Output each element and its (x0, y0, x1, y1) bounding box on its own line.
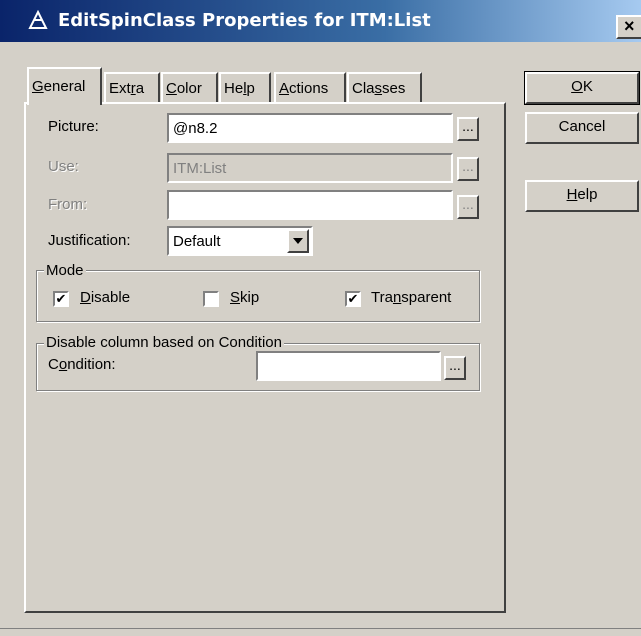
disable-label: Disable (80, 289, 131, 306)
check-icon: ✔ (55, 291, 67, 306)
window-bottom-border (0, 628, 641, 636)
condition-browse-button[interactable]: ... (444, 356, 466, 380)
check-icon: ✔ (347, 291, 359, 306)
mode-group-title: Mode (44, 262, 86, 279)
justification-label: Justification: (48, 232, 131, 249)
chevron-down-icon (293, 238, 303, 244)
app-icon (28, 10, 48, 29)
ok-button[interactable]: OK (524, 71, 640, 105)
condition-label: Condition: (48, 356, 116, 373)
picture-input[interactable]: @n8.2 (167, 113, 453, 143)
tab-classes[interactable]: Classes (347, 72, 422, 102)
picture-browse-button[interactable]: ... (457, 117, 479, 141)
use-browse-button[interactable]: ... (457, 157, 479, 181)
close-icon: × (624, 16, 635, 36)
transparent-label: Transparent (371, 289, 452, 306)
window-title: EditSpinClass Properties for ITM:List (58, 10, 431, 31)
use-input[interactable]: ITM:List (167, 153, 453, 183)
tab-extra[interactable]: Extra (104, 72, 160, 102)
title-bar[interactable]: EditSpinClass Properties for ITM:List × (0, 0, 641, 42)
skip-checkbox[interactable] (203, 291, 219, 307)
from-input[interactable] (167, 190, 453, 220)
tab-actions[interactable]: Actions (274, 72, 346, 102)
tab-help[interactable]: Help (219, 72, 271, 102)
tab-general[interactable]: General (27, 67, 102, 105)
help-button[interactable]: Help (525, 180, 639, 212)
skip-label: Skip (230, 289, 260, 306)
condition-input[interactable] (256, 351, 441, 381)
use-label: Use: (48, 158, 79, 175)
tab-general-label: eneral (43, 78, 86, 95)
justification-value: Default (173, 233, 221, 250)
picture-label: Picture: (48, 118, 99, 135)
condition-group-title: Disable column based on Condition (44, 334, 284, 351)
transparent-checkbox[interactable]: ✔ (345, 291, 361, 307)
close-button[interactable]: × (616, 15, 641, 39)
tab-color[interactable]: Color (161, 72, 218, 102)
justification-dropdown-button[interactable] (287, 229, 309, 253)
from-label: From: (48, 196, 88, 213)
cancel-button[interactable]: Cancel (525, 112, 639, 144)
from-browse-button[interactable]: ... (457, 195, 479, 219)
disable-checkbox[interactable]: ✔ (53, 291, 69, 307)
